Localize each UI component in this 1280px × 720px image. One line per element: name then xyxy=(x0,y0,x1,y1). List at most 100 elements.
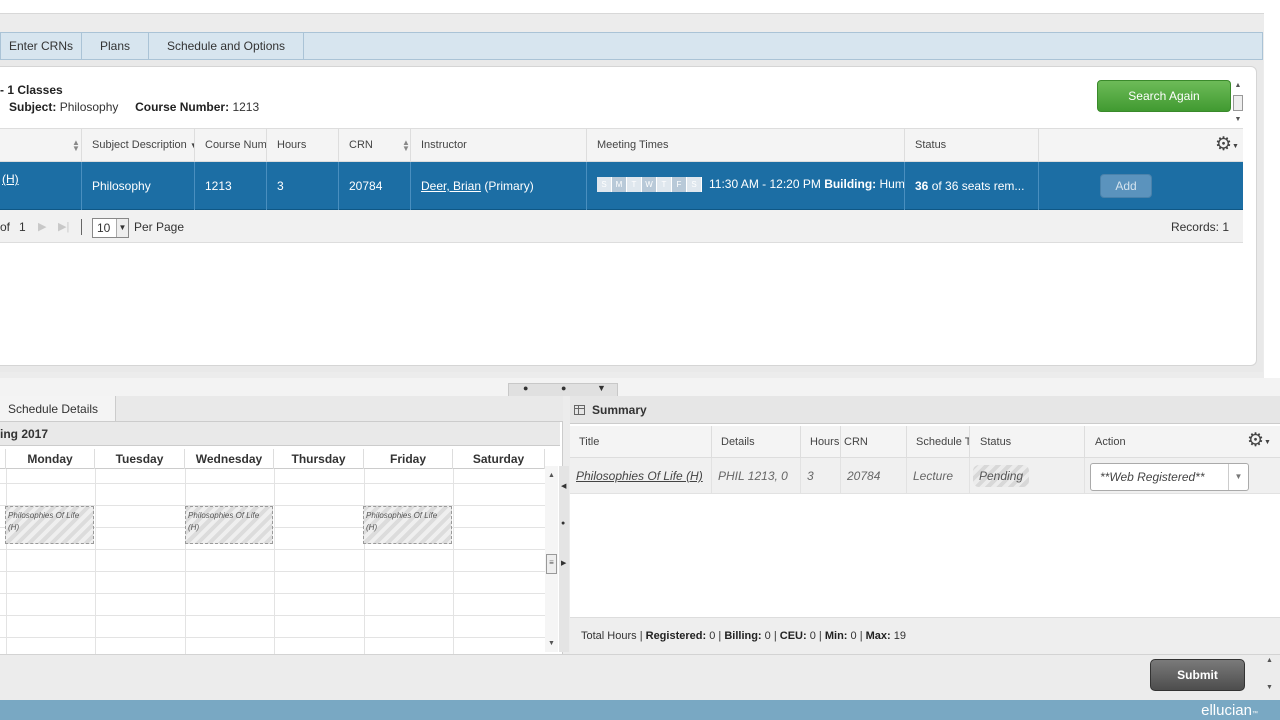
next-page-icon[interactable]: ▶ xyxy=(38,220,46,233)
splitter-handle[interactable]: ● ● ▼ xyxy=(508,383,618,396)
event-label: Philosophies Of Life (H) xyxy=(366,511,438,532)
course-title-link[interactable]: (H) xyxy=(2,172,19,186)
col-course-number[interactable]: Course Number xyxy=(195,129,267,162)
schedule-panel: Schedule Details ing 2017 Monday Tuesday… xyxy=(0,396,563,654)
pager-divider xyxy=(81,219,82,235)
scroll-thumb[interactable] xyxy=(1233,95,1243,111)
scroll-thumb[interactable]: ≡ xyxy=(546,554,557,574)
cell-status: 36 of 36 seats rem... xyxy=(905,162,1039,210)
submit-button[interactable]: Submit xyxy=(1150,659,1245,691)
tab-plans[interactable]: Plans xyxy=(82,33,149,60)
instructor-role: (Primary) xyxy=(484,179,534,193)
expand-right-icon[interactable]: ▶ xyxy=(561,559,566,567)
last-page-icon[interactable]: ▶| xyxy=(58,220,69,233)
chevron-down-icon[interactable]: ▼ xyxy=(116,219,128,237)
course-title-link[interactable]: Philosophies Of Life (H) xyxy=(576,469,703,483)
collapse-left-icon[interactable]: ◀ xyxy=(561,482,566,490)
per-page-select[interactable]: 10 ▼ xyxy=(92,218,129,238)
scroll-up-icon[interactable]: ▲ xyxy=(1233,82,1243,90)
ceu-value: 0 xyxy=(809,630,816,642)
seats-count: 36 xyxy=(915,179,929,193)
col-details[interactable]: Details xyxy=(712,426,801,458)
gear-icon[interactable]: ⚙▼ xyxy=(1247,431,1271,455)
action-select[interactable]: **Web Registered** ▼ xyxy=(1090,463,1249,491)
sort-icon: ▲ ▼ xyxy=(72,138,80,153)
results-criteria: Subject: Philosophy Course Number: 1213 xyxy=(9,100,259,114)
bottom-bar xyxy=(0,654,1280,700)
col-hours[interactable]: Hours xyxy=(801,426,841,458)
scroll-down-icon[interactable]: ▼ xyxy=(1233,116,1243,124)
collapse-up-icon[interactable]: ● xyxy=(523,383,528,393)
col-crn[interactable]: CRN xyxy=(841,426,907,458)
day-saturday: Saturday xyxy=(453,449,545,469)
col-title[interactable] xyxy=(0,129,82,162)
per-page-label: Per Page xyxy=(134,220,185,234)
grid-line xyxy=(274,469,275,654)
col-schedule-type[interactable]: Schedule Type xyxy=(907,426,970,458)
day-indicator: T xyxy=(627,177,642,192)
cell-title: Philosophies Of Life (H) xyxy=(570,458,712,494)
col-hours[interactable]: Hours xyxy=(267,129,339,162)
center-icon[interactable]: ● xyxy=(561,520,565,527)
results-scrollbar[interactable]: ▲ ▼ xyxy=(1233,82,1243,124)
tab-schedule-and-options[interactable]: Schedule and Options xyxy=(149,33,304,60)
grid-line xyxy=(6,469,7,654)
col-title[interactable]: Title xyxy=(570,426,712,458)
chevron-down-icon[interactable]: ▼ xyxy=(1228,464,1248,490)
tab-enter-crns[interactable]: Enter CRNs xyxy=(1,33,82,60)
tab-schedule-details[interactable]: Schedule Details xyxy=(0,396,116,422)
panel-divider[interactable]: ◀ ● ▶ xyxy=(559,466,569,652)
status-badge: Pending xyxy=(973,465,1030,487)
building-value: Hum xyxy=(879,177,905,191)
summary-footer: Total Hours | Registered: 0 | Billing: 0… xyxy=(570,617,1280,654)
col-action xyxy=(1039,129,1243,162)
course-number-label: Course Number: xyxy=(135,100,230,114)
collapse-down-icon[interactable]: ▼ xyxy=(597,383,606,393)
top-bar xyxy=(0,0,1264,14)
scroll-up-icon[interactable]: ▲ xyxy=(545,472,558,479)
pager-of-label: of xyxy=(0,220,11,234)
col-status[interactable]: Status xyxy=(905,129,1039,162)
search-again-button[interactable]: Search Again xyxy=(1097,80,1231,112)
col-status[interactable]: Status xyxy=(970,426,1085,458)
col-instructor[interactable]: Instructor xyxy=(411,129,587,162)
grid-line xyxy=(95,469,96,654)
seats-text: of 36 seats rem... xyxy=(931,179,1025,193)
add-button[interactable]: Add xyxy=(1100,174,1152,198)
grid-line xyxy=(0,571,545,572)
calendar-event-wednesday[interactable]: Philosophies Of Life (H) xyxy=(185,506,273,544)
max-label: Max: xyxy=(865,630,891,642)
panel-splitter[interactable]: ● ● ▼ xyxy=(0,378,1280,396)
registration-tabs: Enter CRNs Plans Schedule and Options xyxy=(0,32,1263,60)
col-subject-description[interactable]: Subject Description ▼ xyxy=(82,129,195,162)
action-value: **Web Registered** xyxy=(1100,470,1205,484)
cell-subject: Philosophy xyxy=(82,162,195,210)
cell-course-number: 1213 xyxy=(195,162,267,210)
results-grid-header: ▲▼ Subject Description ▼ Course Number H… xyxy=(0,128,1243,162)
day-indicator: S xyxy=(687,177,702,192)
instructor-link[interactable]: Deer, Brian xyxy=(421,179,481,193)
col-crn[interactable]: CRN xyxy=(339,129,411,162)
footer-bar: ellucian™ xyxy=(0,700,1280,720)
scroll-up-icon[interactable]: ▲ xyxy=(1266,657,1273,664)
day-wednesday: Wednesday xyxy=(185,449,274,469)
cell-title[interactable]: (H) xyxy=(0,162,82,210)
col-meeting-times[interactable]: Meeting Times xyxy=(587,129,905,162)
event-label: Philosophies Of Life (H) xyxy=(188,511,260,532)
calendar-scrollbar[interactable]: ▲ ≡ ▼ xyxy=(545,466,558,652)
scroll-down-icon[interactable]: ▼ xyxy=(1266,684,1273,691)
grid-line xyxy=(0,483,545,484)
day-indicator: W xyxy=(642,177,657,192)
cell-crn: 20784 xyxy=(339,162,411,210)
gear-icon[interactable]: ⚙▼ xyxy=(1215,135,1239,159)
calendar-event-monday[interactable]: Philosophies Of Life (H) xyxy=(5,506,94,544)
grid-line xyxy=(453,469,454,654)
center-icon[interactable]: ● xyxy=(561,383,566,393)
scroll-down-icon[interactable]: ▼ xyxy=(545,640,558,647)
day-indicator: T xyxy=(657,177,672,192)
calendar-header: Monday Tuesday Wednesday Thursday Friday… xyxy=(0,449,545,469)
grid-line xyxy=(0,593,545,594)
cell-status: Pending xyxy=(970,458,1085,494)
calendar-event-friday[interactable]: Philosophies Of Life (H) xyxy=(363,506,452,544)
cell-schedule-type: Lecture xyxy=(907,458,970,494)
